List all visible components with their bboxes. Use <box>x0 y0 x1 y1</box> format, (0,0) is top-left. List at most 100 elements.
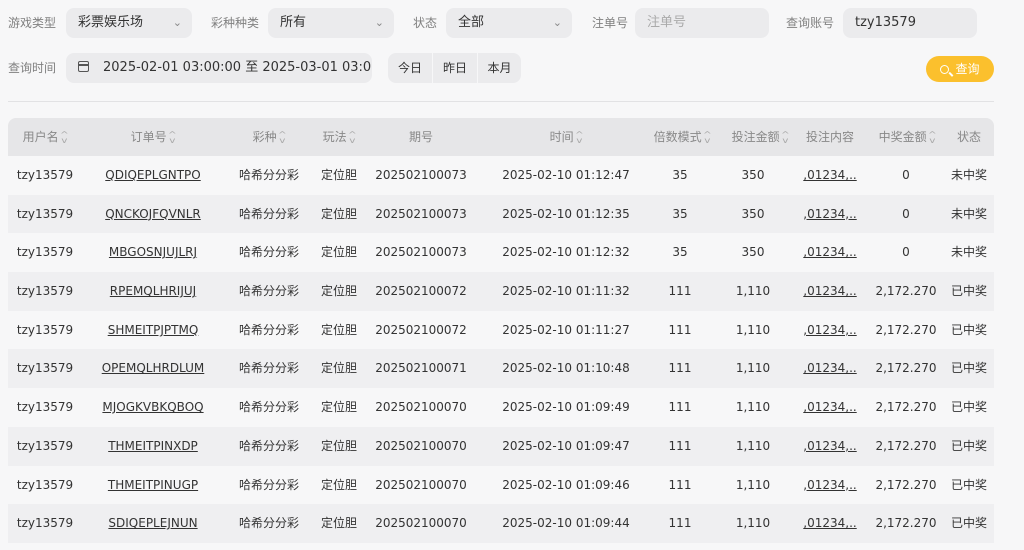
cell-play: 定位胆 <box>320 438 357 453</box>
column-header-order[interactable]: 订单号 ^ v <box>92 118 214 156</box>
cell-amount: 1,110 <box>735 322 771 337</box>
cell-issue: 202502100070 <box>375 438 467 453</box>
cell-user: tzy13579 <box>16 245 74 260</box>
today-button[interactable]: 今日 <box>388 53 432 83</box>
column-header-lottery[interactable]: 彩种 ^ v <box>234 118 304 156</box>
lottery-type-label: 彩种种类 <box>211 16 260 30</box>
search-icon <box>940 65 950 74</box>
cell-user: tzy13579 <box>16 400 74 415</box>
cell-amount: 1,110 <box>735 361 771 376</box>
cell-amount: 350 <box>741 245 765 260</box>
chevron-down-icon: ⌄ <box>552 16 562 29</box>
column-header-label: 订单号 <box>130 130 167 144</box>
lottery-type-select[interactable]: 所有 ⌄ <box>268 8 394 38</box>
cell-play: 定位胆 <box>320 284 357 299</box>
cell-lottery: 哈希分分彩 <box>238 284 299 299</box>
cell-order-link[interactable]: THMEITPINUGP <box>92 466 214 505</box>
cell-order-link[interactable]: MBGOSNJUJLRJ <box>92 233 214 272</box>
cell-issue: 202502100071 <box>375 361 467 376</box>
column-header-amount[interactable]: 投注金额 ^ v <box>722 118 798 156</box>
cell-time: 2025-02-10 01:12:47 <box>502 168 630 182</box>
cell-order-link[interactable]: RPEMQLHRIJUJ <box>92 272 214 311</box>
cell-win: 2,172.270 <box>875 516 937 531</box>
table-row: tzy13579 THMEITPINXDP 哈希分分彩 定位胆 20250210… <box>8 426 994 466</box>
cell-order-link[interactable]: SDIQEPLEJNUN <box>92 504 214 543</box>
cell-win: 2,172.270 <box>875 284 937 299</box>
filter-panel: 游戏类型 彩票娱乐场 ⌄ 彩种种类 所有 ⌄ 状态 全部 ⌄ 注单号 注单号 查… <box>0 0 1024 100</box>
cell-order-link[interactable]: THMEITPINXDP <box>92 427 214 466</box>
this-month-button[interactable]: 本月 <box>478 53 521 83</box>
cell-content-link[interactable]: ,01234,.. <box>800 311 860 350</box>
column-header-multiplier[interactable]: 倍数模式 ^ v <box>646 118 718 156</box>
cell-content-link[interactable]: ,01234,.. <box>800 504 860 543</box>
sort-icon: ^ v <box>780 129 790 145</box>
cell-order-link[interactable]: MJOGKVBKQBOQ <box>92 388 214 427</box>
cell-issue: 202502100072 <box>375 322 467 337</box>
bet-records-table: 用户名 ^ v 订单号 ^ v 彩种 ^ v 玩法 ^ v 期号 时间 ^ v 倍数模式 ^ v 投注金… <box>8 118 994 543</box>
cell-content-link[interactable]: ,01234,.. <box>800 349 860 388</box>
column-header-label: 投注内容 <box>805 130 854 144</box>
cell-amount: 1,110 <box>735 284 771 299</box>
cell-multiplier: 35 <box>672 245 688 260</box>
date-range-picker[interactable]: 2025-02-01 03:00:00 至 2025-03-01 03:00:0… <box>66 53 372 83</box>
table-row: tzy13579 THMEITPINUGP 哈希分分彩 定位胆 20250210… <box>8 465 994 505</box>
column-header-play[interactable]: 玩法 ^ v <box>310 118 368 156</box>
column-header-label: 彩种 <box>252 130 277 144</box>
game-type-select[interactable]: 彩票娱乐场 ⌄ <box>66 8 192 38</box>
column-header-label: 用户名 <box>22 130 59 144</box>
cell-status: 已中奖 <box>950 477 987 492</box>
column-header-user[interactable]: 用户名 ^ v <box>8 118 82 156</box>
cell-content-link[interactable]: ,01234,.. <box>800 466 860 505</box>
cell-amount: 1,110 <box>735 516 771 531</box>
status-select[interactable]: 全部 ⌄ <box>446 8 572 38</box>
cell-content-link[interactable]: ,01234,.. <box>800 195 860 234</box>
order-no-input[interactable]: 注单号 <box>635 8 769 38</box>
column-header-time[interactable]: 时间 ^ v <box>496 118 636 156</box>
cell-time: 2025-02-10 01:11:27 <box>502 322 630 337</box>
cell-user: tzy13579 <box>16 322 74 337</box>
cell-content-link[interactable]: ,01234,.. <box>800 427 860 466</box>
cell-order-link[interactable]: QNCKOJFQVNLR <box>92 195 214 234</box>
cell-order-link[interactable]: OPEMQLHRDLUM <box>92 349 214 388</box>
column-header-label: 投注金额 <box>731 130 780 144</box>
yesterday-button[interactable]: 昨日 <box>433 53 477 83</box>
table-body: tzy13579 QDIQEPLGNTPO 哈希分分彩 定位胆 20250210… <box>8 156 994 543</box>
cell-content-link[interactable]: ,01234,.. <box>800 388 860 427</box>
cell-issue: 202502100073 <box>375 245 467 260</box>
cell-multiplier: 111 <box>668 516 692 531</box>
status-value: 全部 <box>458 15 485 30</box>
cell-win: 2,172.270 <box>875 438 937 453</box>
query-button-label: 查询 <box>955 62 980 76</box>
column-header-win[interactable]: 中奖金额 ^ v <box>872 118 942 156</box>
sort-icon: ^ v <box>277 129 287 145</box>
cell-time: 2025-02-10 01:12:32 <box>502 245 630 260</box>
cell-order-link[interactable]: SHMEITPJPTMQ <box>92 311 214 350</box>
cell-user: tzy13579 <box>16 361 74 376</box>
account-value: tzy13579 <box>855 15 916 30</box>
sort-icon: ^ v <box>167 129 177 145</box>
status-label: 状态 <box>413 16 438 30</box>
cell-time: 2025-02-10 01:09:47 <box>502 438 630 453</box>
cell-issue: 202502100073 <box>375 206 467 221</box>
cell-issue: 202502100070 <box>375 516 467 531</box>
cell-order-link[interactable]: QDIQEPLGNTPO <box>92 156 214 195</box>
cell-lottery: 哈希分分彩 <box>238 206 299 221</box>
cell-content-link[interactable]: ,01234,.. <box>800 156 860 195</box>
account-input[interactable]: tzy13579 <box>843 8 977 38</box>
sort-icon: ^ v <box>59 129 69 145</box>
cell-multiplier: 35 <box>672 206 688 221</box>
sort-icon: ^ v <box>702 129 712 145</box>
cell-content-link[interactable]: ,01234,.. <box>800 272 860 311</box>
cell-user: tzy13579 <box>16 516 74 531</box>
table-row: tzy13579 SDIQEPLEJNUN 哈希分分彩 定位胆 20250210… <box>8 504 994 543</box>
cell-play: 定位胆 <box>320 322 357 337</box>
time-label: 查询时间 <box>8 61 57 75</box>
cell-win: 2,172.270 <box>875 361 937 376</box>
cell-multiplier: 111 <box>668 361 692 376</box>
cell-content-link[interactable]: ,01234,.. <box>800 233 860 272</box>
table-row: tzy13579 MBGOSNJUJLRJ 哈希分分彩 定位胆 20250210… <box>8 233 994 273</box>
cell-user: tzy13579 <box>16 206 74 221</box>
cell-lottery: 哈希分分彩 <box>238 322 299 337</box>
query-button[interactable]: 查询 <box>926 56 994 82</box>
table-row: tzy13579 QNCKOJFQVNLR 哈希分分彩 定位胆 20250210… <box>8 194 994 234</box>
